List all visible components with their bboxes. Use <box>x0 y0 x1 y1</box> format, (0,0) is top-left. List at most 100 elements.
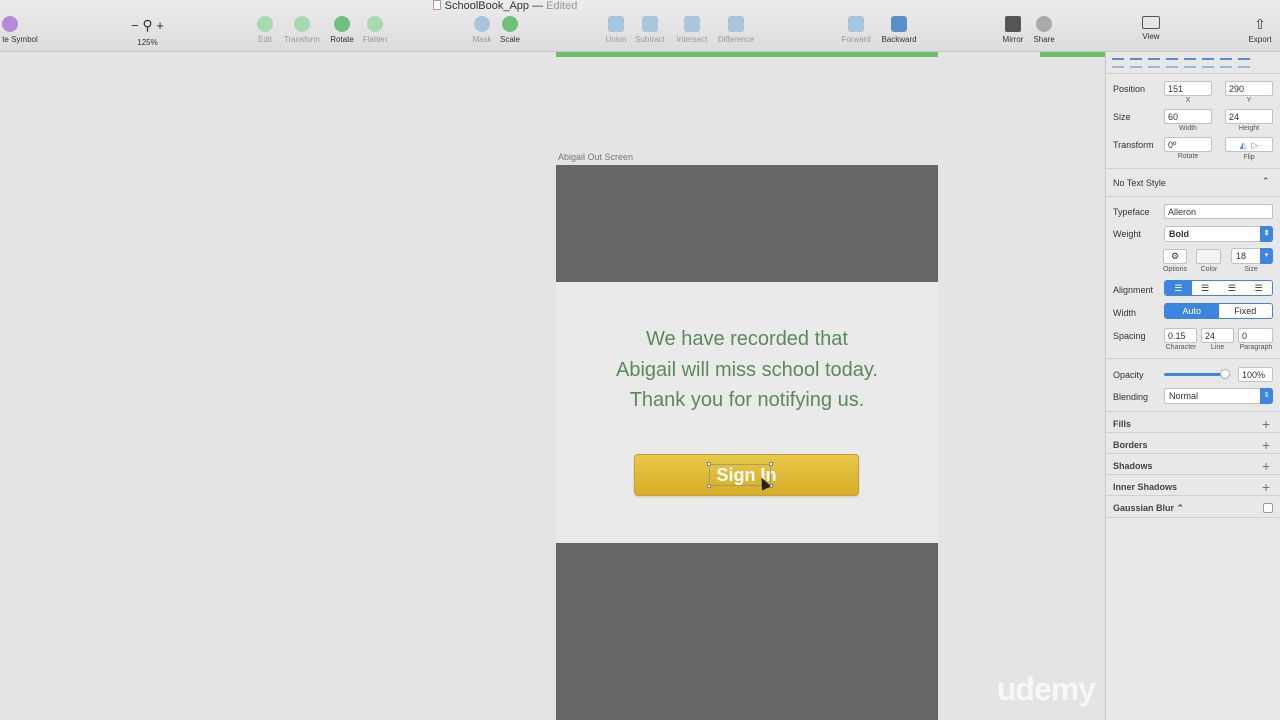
rotate-button[interactable]: Rotate <box>327 16 357 44</box>
export-label: Export <box>1248 35 1272 44</box>
alignment-segmented[interactable]: ☰ ☰ ☰ ☰ <box>1164 280 1273 296</box>
export-icon: ⇧ <box>1254 16 1266 32</box>
zoom-in-button[interactable]: + <box>156 18 164 33</box>
intersect-button[interactable]: Intersect <box>673 16 711 44</box>
flip-vertical-icon[interactable]: ▷ <box>1252 140 1259 150</box>
weight-select[interactable]: Bold ⇕ <box>1164 226 1273 242</box>
blending-label: Blending <box>1113 392 1149 402</box>
divider <box>1106 495 1280 496</box>
weight-label: Weight <box>1113 229 1141 239</box>
subtract-button[interactable]: Subtract <box>632 16 668 44</box>
color-swatch[interactable] <box>1196 249 1221 264</box>
paragraph-spacing-field[interactable]: 0 <box>1238 328 1273 343</box>
width-fixed-option[interactable]: Fixed <box>1218 304 1272 318</box>
forward-label: Forward <box>841 35 871 44</box>
shadows-section[interactable]: Shadows <box>1113 461 1153 471</box>
export-button[interactable]: ⇧ Export <box>1244 16 1276 44</box>
selection-handle[interactable] <box>707 484 711 488</box>
zoom-control[interactable]: − ⚲ + <box>120 17 175 34</box>
position-x-field[interactable]: 151 <box>1164 81 1212 96</box>
align-left-icon[interactable] <box>1148 57 1160 68</box>
message-line: Thank you for notifying us. <box>629 389 865 411</box>
scale-button[interactable]: Scale <box>498 16 522 44</box>
flip-buttons[interactable]: ◭ ▷ <box>1225 137 1273 152</box>
width-mode-segmented[interactable]: Auto Fixed <box>1164 303 1273 319</box>
udemy-watermark: udemy <box>996 671 1096 707</box>
backward-button[interactable]: Backward <box>878 16 920 44</box>
opacity-slider-handle[interactable] <box>1220 369 1230 379</box>
mirror-button[interactable]: Mirror <box>999 16 1027 44</box>
create-symbol-button[interactable]: te Symbol <box>0 16 40 44</box>
content-panel[interactable]: We have recorded that Abigail will miss … <box>556 282 938 543</box>
line-height-field[interactable]: 24 <box>1201 328 1234 343</box>
borders-section[interactable]: Borders <box>1113 440 1148 450</box>
options-label: Options <box>1162 266 1188 273</box>
gaussian-blur-section[interactable]: Gaussian Blur ⌃ <box>1113 503 1184 514</box>
add-border-icon[interactable]: + <box>1262 438 1270 452</box>
mirror-icon <box>1005 16 1021 32</box>
typeface-label: Typeface <box>1113 207 1150 217</box>
add-shadow-icon[interactable]: + <box>1262 459 1270 473</box>
artboard[interactable]: We have recorded that Abigail will miss … <box>556 165 938 720</box>
gear-icon: ⚙ <box>1170 251 1180 261</box>
width-auto-option[interactable]: Auto <box>1165 304 1219 318</box>
artboard-title[interactable]: Abigail Out Screen <box>558 152 633 162</box>
font-size-select[interactable]: 18 ▾ <box>1231 248 1273 264</box>
text-align-justify-icon[interactable]: ☰ <box>1245 281 1272 295</box>
text-align-left-icon[interactable]: ☰ <box>1165 281 1192 295</box>
fills-section[interactable]: Fills <box>1113 419 1131 429</box>
selection-handle[interactable] <box>769 462 773 466</box>
rotate-field[interactable]: 0º <box>1164 137 1212 152</box>
mask-button[interactable]: Mask <box>470 16 494 44</box>
view-button[interactable]: View <box>1136 16 1166 41</box>
align-middle-icon[interactable] <box>1220 57 1232 68</box>
character-label: Character <box>1165 344 1197 351</box>
chevron-down-icon: ▾ <box>1260 248 1273 264</box>
align-right-icon[interactable] <box>1184 57 1196 68</box>
distribute-horizontal-icon[interactable] <box>1112 57 1124 68</box>
text-style-select[interactable]: No Text Style <box>1113 178 1166 188</box>
add-inner-shadow-icon[interactable]: + <box>1262 480 1270 494</box>
position-label: Position <box>1113 84 1146 94</box>
text-align-right-icon[interactable]: ☰ <box>1218 281 1246 295</box>
distribute-vertical-icon[interactable] <box>1130 57 1142 68</box>
share-button[interactable]: Share <box>1030 16 1058 44</box>
absence-message[interactable]: We have recorded that Abigail will miss … <box>556 324 938 416</box>
union-label: Union <box>605 35 627 44</box>
typeface-field[interactable]: Alleron <box>1164 204 1273 219</box>
zoom-out-button[interactable]: − <box>131 18 139 33</box>
options-button[interactable]: ⚙ <box>1163 249 1187 264</box>
union-button[interactable]: Union <box>602 16 630 44</box>
width-field[interactable]: 60 <box>1164 109 1212 124</box>
flip-horizontal-icon[interactable]: ◭ <box>1240 140 1247 150</box>
blending-select[interactable]: Normal ⇕ <box>1164 388 1273 404</box>
edit-button[interactable]: Edit <box>255 16 275 44</box>
divider <box>1106 411 1280 412</box>
adjacent-artboard-edge <box>1040 52 1105 57</box>
inner-shadows-section[interactable]: Inner Shadows <box>1113 482 1177 492</box>
align-bottom-icon[interactable] <box>1238 57 1250 68</box>
add-fill-icon[interactable]: + <box>1262 417 1270 431</box>
align-top-icon[interactable] <box>1202 57 1214 68</box>
align-center-icon[interactable] <box>1166 57 1178 68</box>
divider <box>1106 453 1280 454</box>
forward-button[interactable]: Forward <box>839 16 873 44</box>
flatten-button[interactable]: Flatten <box>360 16 390 44</box>
text-align-center-icon[interactable]: ☰ <box>1191 281 1219 295</box>
size-sub-label: Size <box>1244 266 1258 273</box>
selection-handle[interactable] <box>707 462 711 466</box>
opacity-field[interactable]: 100% <box>1238 367 1273 382</box>
height-field[interactable]: 24 <box>1225 109 1273 124</box>
opacity-slider[interactable] <box>1164 373 1226 376</box>
flip-sub-label: Flip <box>1243 154 1255 161</box>
gaussian-blur-checkbox[interactable] <box>1263 503 1273 513</box>
flatten-label: Flatten <box>362 35 388 44</box>
transform-button[interactable]: Transform <box>281 16 323 44</box>
difference-icon <box>728 16 744 32</box>
chevron-updown-icon[interactable]: ⌃ <box>1262 176 1270 187</box>
difference-button[interactable]: Difference <box>715 16 757 44</box>
character-spacing-field[interactable]: 0.15 <box>1164 328 1197 343</box>
position-y-field[interactable]: 290 <box>1225 81 1273 96</box>
canvas[interactable]: Abigail Out Screen We have recorded that… <box>0 52 1105 720</box>
sign-in-button[interactable]: Sign In <box>634 454 859 496</box>
